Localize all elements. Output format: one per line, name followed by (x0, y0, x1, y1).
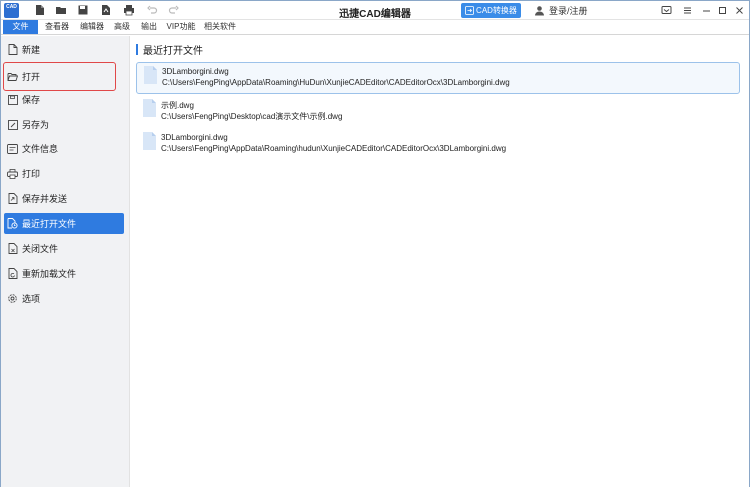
title-bar: CAD 迅捷CAD编辑器 CAD转换器 登录/注册 (1, 1, 749, 20)
login-register-link[interactable]: 登录/注册 (534, 4, 588, 17)
file-sidebar: 新建 打开 保存 另存为 文件信息 打印 保存并发送 最近打开文件 关闭文件 重… (1, 36, 130, 487)
sidebar-item-new[interactable]: 新建 (4, 39, 124, 60)
menu-icon[interactable] (681, 4, 693, 16)
menu-editor[interactable]: 编辑器 (76, 20, 108, 34)
sidebar-item-close-file[interactable]: 关闭文件 (4, 238, 124, 259)
recent-file-path: C:\Users\FengPing\AppData\Roaming\hudun\… (161, 144, 507, 153)
sidebar-item-label: 保存 (22, 95, 41, 105)
recent-file-path: C:\Users\FengPing\AppData\Roaming\HuDun\… (162, 78, 510, 87)
close-icon[interactable] (733, 4, 745, 16)
save-as-icon (7, 119, 18, 130)
open-folder-icon (7, 71, 18, 82)
recent-file-name: 3DLamborgini.dwg (161, 133, 228, 142)
minimize-icon[interactable] (700, 4, 712, 16)
sidebar-item-print[interactable]: 打印 (4, 163, 124, 184)
menu-output[interactable]: 输出 (138, 20, 160, 34)
recent-file-name: 3DLamborgini.dwg (162, 67, 229, 76)
dwg-file-icon (143, 99, 156, 117)
menu-vip[interactable]: VIP功能 (165, 20, 197, 34)
save-icon (7, 94, 18, 105)
save-send-icon (7, 193, 18, 204)
sidebar-item-save-as[interactable]: 另存为 (4, 114, 124, 135)
sidebar-item-label: 选项 (22, 294, 41, 304)
recent-files-icon (7, 218, 18, 229)
print-icon (7, 168, 18, 179)
app-window: CAD 迅捷CAD编辑器 CAD转换器 登录/注册 文件 查看器 编辑器 高级 … (0, 0, 750, 487)
sidebar-item-label: 打印 (22, 169, 41, 179)
sidebar-item-label: 重新加载文件 (22, 269, 77, 279)
menu-bar: 文件 查看器 编辑器 高级 输出 VIP功能 相关软件 (1, 20, 749, 35)
dwg-file-icon (144, 66, 157, 84)
heading-accent-bar (136, 44, 138, 55)
sidebar-item-label: 保存并发送 (22, 194, 68, 204)
converter-icon (465, 6, 474, 15)
new-file-icon (7, 44, 18, 55)
sidebar-item-recent-files[interactable]: 最近打开文件 (4, 213, 124, 234)
recent-files-title: 最近打开文件 (143, 46, 203, 57)
close-file-icon (7, 243, 18, 254)
new-document-icon[interactable] (34, 4, 46, 16)
sidebar-item-label: 打开 (22, 72, 41, 82)
undo-icon[interactable] (146, 4, 158, 16)
sidebar-item-label: 另存为 (22, 120, 50, 130)
menu-file[interactable]: 文件 (3, 20, 38, 34)
cad-converter-button[interactable]: CAD转换器 (461, 3, 521, 18)
app-logo: CAD (4, 3, 19, 18)
file-info-icon (7, 143, 18, 154)
login-register-label: 登录/注册 (549, 6, 588, 16)
cad-converter-label: CAD转换器 (476, 6, 517, 15)
reload-file-icon (7, 268, 18, 279)
user-icon (535, 6, 544, 16)
sidebar-item-options[interactable]: 选项 (4, 288, 124, 309)
recent-file-entry[interactable]: 3DLamborgini.dwg C:\Users\FengPing\AppDa… (136, 62, 740, 94)
menu-related-software[interactable]: 相关软件 (201, 20, 239, 34)
sidebar-item-reload-file[interactable]: 重新加载文件 (4, 263, 124, 284)
main-panel: 最近打开文件 3DLamborgini.dwg C:\Users\FengPin… (130, 36, 749, 487)
sidebar-item-file-info[interactable]: 文件信息 (4, 138, 124, 159)
sidebar-item-save[interactable]: 保存 (4, 89, 124, 110)
message-icon[interactable] (660, 4, 672, 16)
options-gear-icon (7, 293, 18, 304)
sidebar-item-open[interactable]: 打开 (3, 62, 116, 91)
menu-advanced[interactable]: 高级 (111, 20, 133, 34)
recent-file-entry[interactable]: 3DLamborgini.dwg C:\Users\FengPing\AppDa… (136, 129, 740, 161)
recent-file-name: 示例.dwg (161, 101, 194, 110)
save-icon[interactable] (77, 4, 89, 16)
sidebar-item-label: 关闭文件 (22, 244, 59, 254)
menu-viewer[interactable]: 查看器 (41, 20, 73, 34)
sidebar-item-label: 最近打开文件 (22, 219, 77, 229)
sidebar-item-label: 文件信息 (22, 144, 59, 154)
sidebar-item-save-send[interactable]: 保存并发送 (4, 188, 124, 209)
maximize-icon[interactable] (716, 4, 728, 16)
app-title: 迅捷CAD编辑器 (339, 9, 411, 20)
dwg-file-icon (143, 132, 156, 150)
recent-file-entry[interactable]: 示例.dwg C:\Users\FengPing\Desktop\cad演示文件… (136, 96, 740, 128)
print-icon[interactable] (123, 4, 135, 16)
sidebar-item-label: 新建 (22, 45, 41, 55)
recent-files-heading: 最近打开文件 (136, 43, 203, 57)
export-icon[interactable] (100, 4, 112, 16)
recent-file-path: C:\Users\FengPing\Desktop\cad演示文件\示例.dwg (161, 112, 343, 121)
open-folder-icon[interactable] (55, 4, 67, 16)
redo-icon[interactable] (168, 4, 180, 16)
